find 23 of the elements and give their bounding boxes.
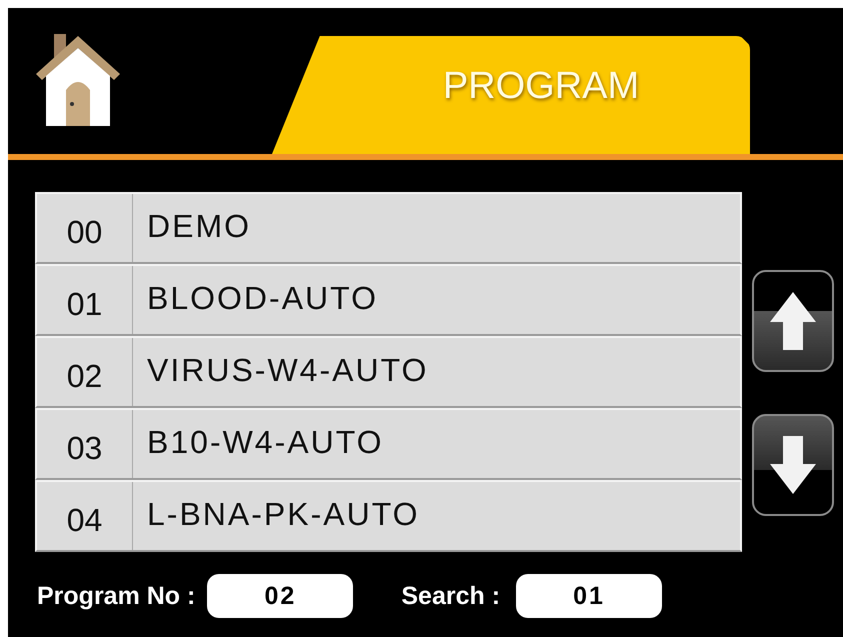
program-number: 03	[37, 410, 133, 478]
program-name: B10-W4-AUTO	[146, 422, 384, 462]
program-row[interactable]: 04 L-BNA-PK-AUTO	[35, 480, 742, 552]
program-number: 01	[37, 266, 133, 334]
program-number: 00	[37, 194, 133, 262]
program-no-label: Program No :	[37, 582, 196, 610]
program-number: 02	[37, 338, 133, 406]
scroll-up-button[interactable]	[752, 270, 834, 372]
program-row[interactable]: 03 B10-W4-AUTO	[35, 408, 742, 480]
program-number: 04	[37, 482, 133, 550]
program-row[interactable]: 01 BLOOD-AUTO	[35, 264, 742, 336]
scroll-down-button[interactable]	[752, 414, 834, 516]
program-name: L-BNA-PK-AUTO	[146, 494, 420, 534]
search-label: Search :	[401, 582, 500, 610]
down-arrow-icon	[770, 436, 816, 494]
up-arrow-icon	[770, 292, 816, 350]
search-field[interactable]: 01	[516, 574, 662, 618]
program-row[interactable]: 02 VIRUS-W4-AUTO	[35, 336, 742, 408]
program-name: BLOOD-AUTO	[146, 278, 378, 318]
program-name: VIRUS-W4-AUTO	[146, 350, 428, 390]
program-row[interactable]: 00 DEMO	[35, 192, 742, 264]
program-no-field[interactable]: 02	[207, 574, 354, 618]
program-name: DEMO	[146, 206, 251, 246]
